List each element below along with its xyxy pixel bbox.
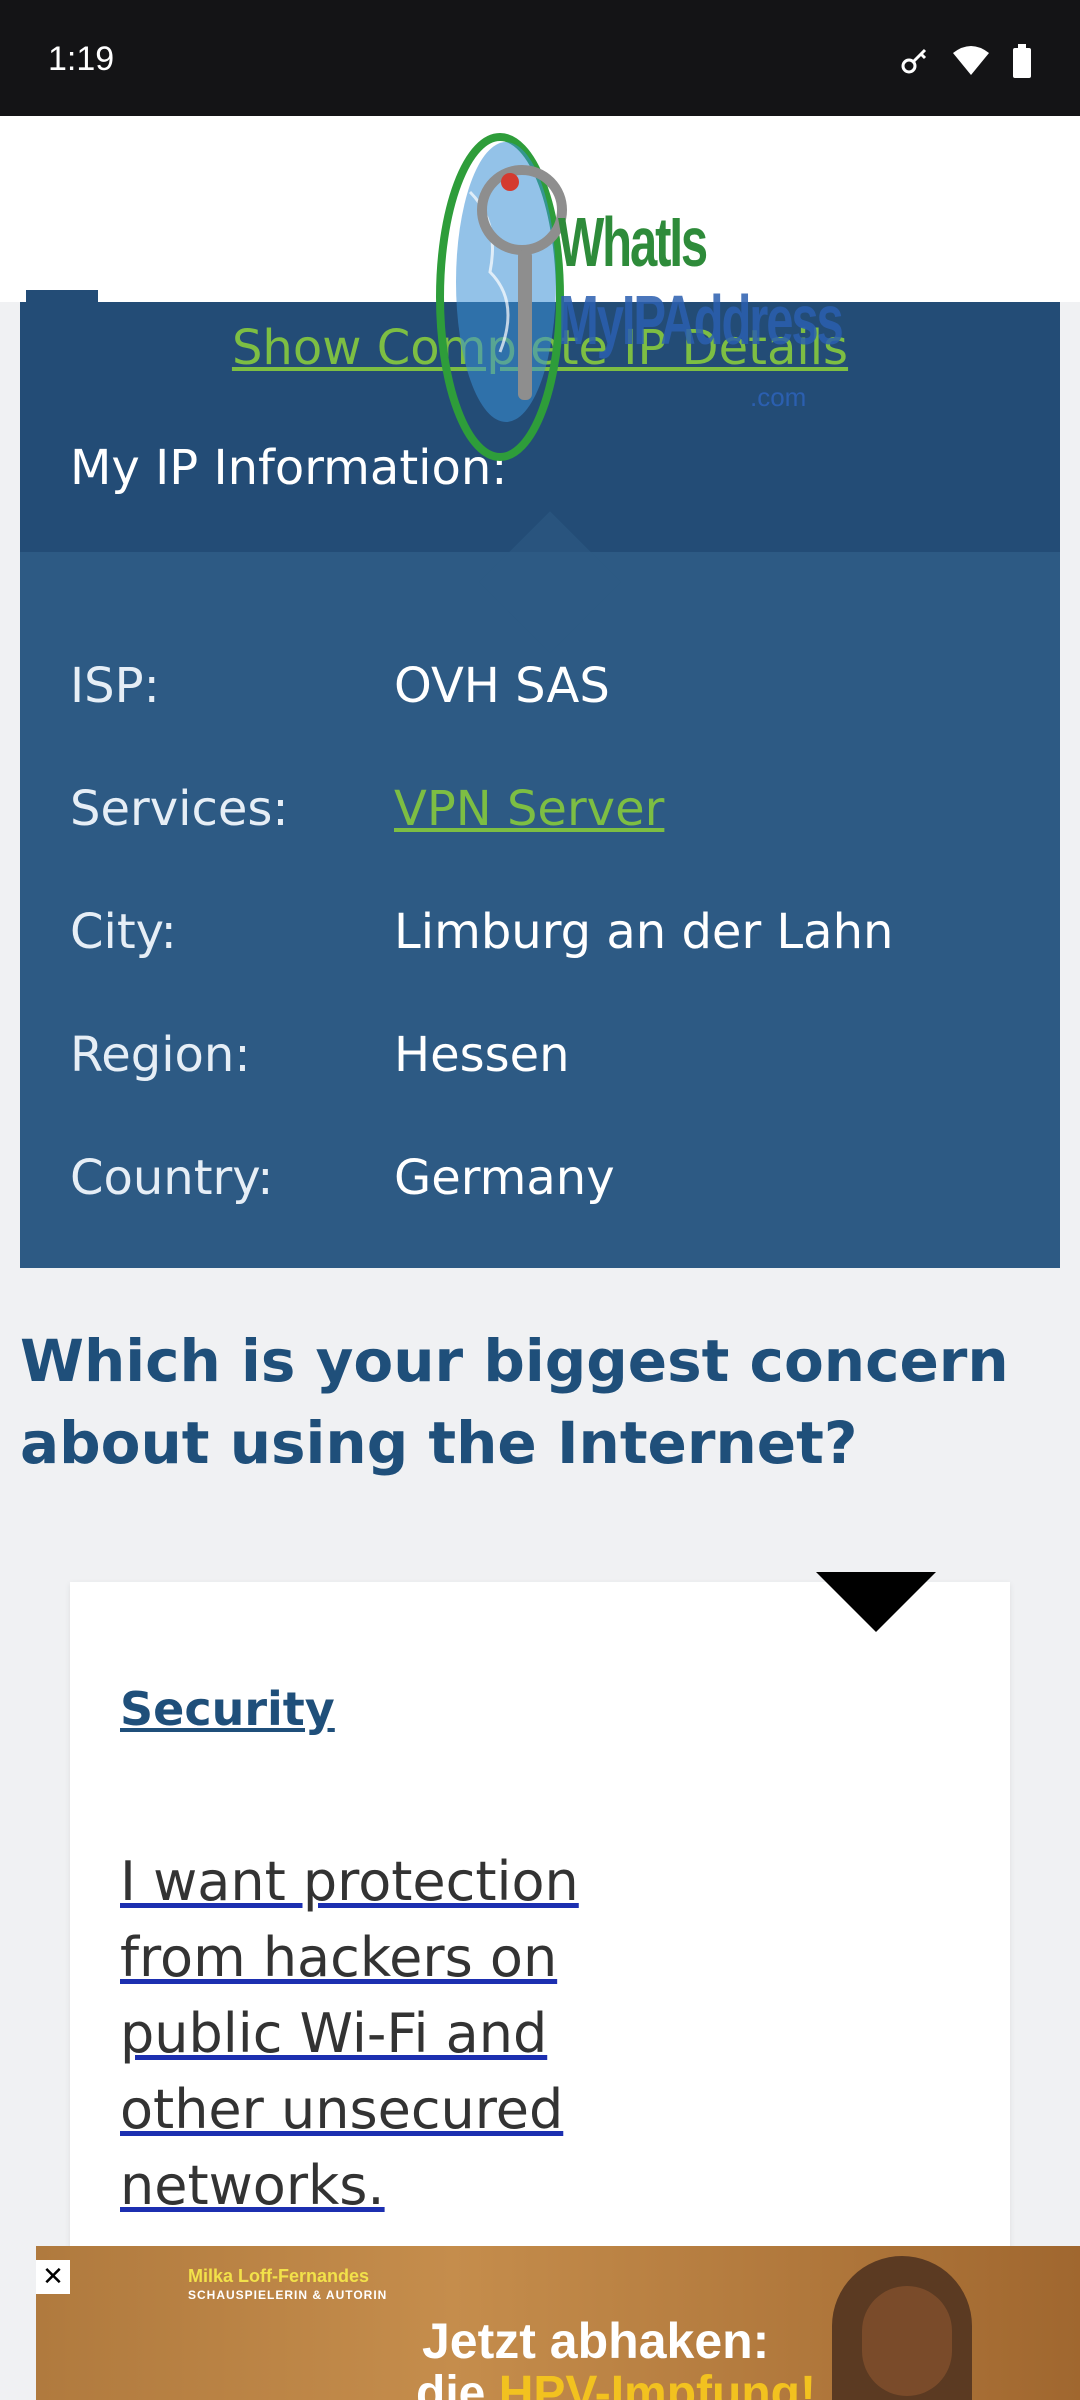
info-value: Hessen	[394, 1027, 570, 1083]
poll-option-text[interactable]: I want protection from hackers on public…	[120, 1844, 600, 2224]
poll-question: Which is your biggest concern about usin…	[20, 1327, 1009, 1477]
tab-notch	[26, 290, 98, 304]
info-key: ISP:	[70, 658, 160, 714]
logo-text-what: WhatIs	[558, 203, 708, 281]
ad-headline: Jetzt abhaken:	[422, 2313, 770, 2369]
info-key: Region:	[70, 1027, 251, 1083]
poll-arrow-icon	[816, 1572, 936, 1632]
ad-subline-prefix: die	[416, 2367, 499, 2400]
vpn-server-link[interactable]: VPN Server	[394, 781, 664, 837]
info-value: Limburg an der Lahn	[394, 904, 894, 960]
close-icon[interactable]: ✕	[36, 2260, 70, 2294]
info-value: Germany	[394, 1150, 615, 1206]
info-value: OVH SAS	[394, 658, 610, 714]
info-row-isp: ISP: OVH SAS	[70, 658, 1050, 728]
status-time: 1:19	[48, 40, 115, 78]
ad-subline-highlight: HPV-Impfung!	[498, 2367, 816, 2400]
info-row-region: Region: Hessen	[70, 1027, 1050, 1097]
status-icons	[898, 44, 1032, 78]
status-bar: 1:19	[0, 0, 1080, 116]
logo-text-myip: MyIPAddress	[558, 281, 844, 359]
ad-person-name: Milka Loff-Fernandes	[188, 2266, 370, 2286]
info-key: City:	[70, 904, 177, 960]
battery-icon	[1013, 44, 1031, 78]
info-row-country: Country: Germany	[70, 1150, 1050, 1220]
ad-person-face	[862, 2286, 952, 2396]
logo-text-com: .com	[750, 382, 807, 412]
ad-person-role: SCHAUSPIELERIN & AUTORIN	[188, 2288, 388, 2302]
poll-option-card[interactable]: Security I want protection from hackers …	[70, 1572, 1010, 2282]
info-row-city: City: Limburg an der Lahn	[70, 904, 1050, 974]
info-key: Services:	[70, 781, 289, 837]
globe-magnifier-icon	[436, 133, 567, 461]
ad-subline: die HPV-Impfung!	[416, 2366, 816, 2400]
vpn-key-icon	[901, 48, 927, 74]
info-row-services: Services: VPN Server	[70, 781, 1050, 851]
wifi-icon	[953, 46, 989, 75]
poll-option-label[interactable]: Security	[120, 1682, 335, 1736]
info-key: Country:	[70, 1150, 274, 1206]
site-logo[interactable]: WhatIs MyIPAddress .com	[430, 132, 844, 472]
ad-banner[interactable]: ✕ Milka Loff-Fernandes SCHAUSPIELERIN & …	[36, 2246, 1080, 2400]
